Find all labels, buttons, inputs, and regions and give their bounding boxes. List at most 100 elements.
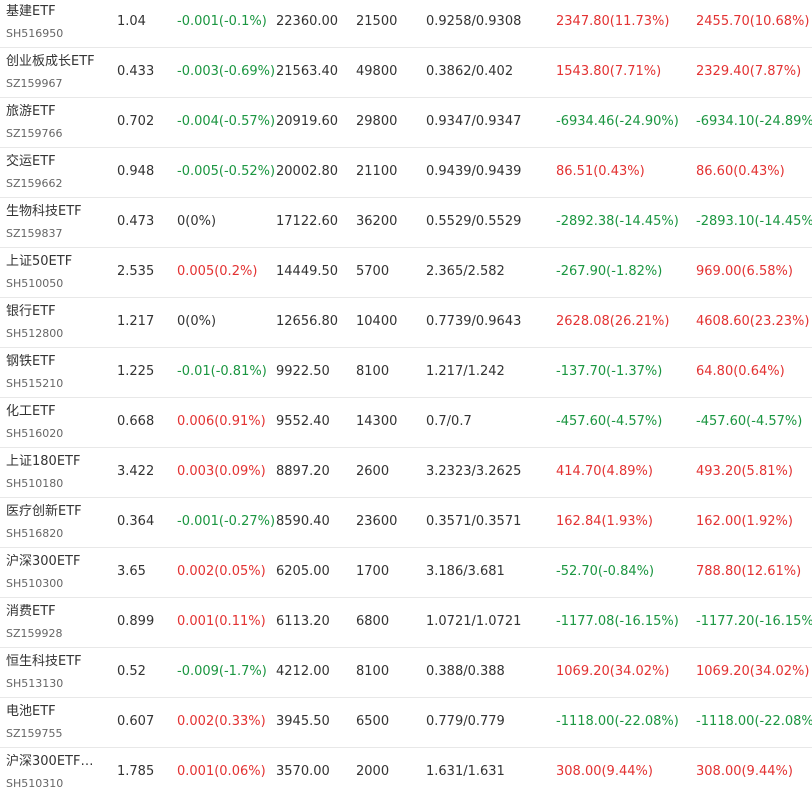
position-amount: 12656.80 <box>276 314 339 329</box>
table-row[interactable]: 创业板成长ETF SZ159967 0.433 -0.003(-0.69%) 21563… <box>0 48 812 98</box>
cost-range: 1.0721/1.0721 <box>426 614 522 629</box>
profit-loss: -137.70(-1.37%) <box>556 364 663 379</box>
table-row[interactable]: 银行ETF SH512800 1.217 0(0%) 12656.80 10400 0.77… <box>0 298 812 348</box>
position-amount: 9552.40 <box>276 414 330 429</box>
profit-loss: -267.90(-1.82%) <box>556 264 663 279</box>
table-row[interactable]: 上证50ETF SH510050 2.535 0.005(0.2%) 14449.50 5… <box>0 248 812 298</box>
table-row[interactable]: 旅游ETF SZ159766 0.702 -0.004(-0.57%) 20919.60… <box>0 98 812 148</box>
cost-range: 0.779/0.779 <box>426 714 505 729</box>
etf-code: SH510300 <box>6 577 64 590</box>
latest-price: 0.52 <box>117 664 146 679</box>
profit-loss: -2892.38(-14.45%) <box>556 214 679 229</box>
position-amount: 22360.00 <box>276 14 339 29</box>
etf-name: 钢铁ETF <box>6 354 56 369</box>
table-row[interactable]: 钢铁ETF SH515210 1.225 -0.01(-0.81%) 9922.50 81… <box>0 348 812 398</box>
etf-code: SH516950 <box>6 27 64 40</box>
cumulative-profit-loss: -1118.00(-22.08%) <box>696 714 812 729</box>
cumulative-profit-loss: 86.60(0.43%) <box>696 164 785 179</box>
cumulative-profit-loss: 162.00(1.92%) <box>696 514 793 529</box>
cost-range: 0.3571/0.3571 <box>426 514 522 529</box>
table-row[interactable]: 交运ETF SZ159662 0.948 -0.005(-0.52%) 20002.80… <box>0 148 812 198</box>
position-amount: 4212.00 <box>276 664 330 679</box>
profit-loss: 2628.08(26.21%) <box>556 314 670 329</box>
table-row[interactable]: 医疗创新ETF SH516820 0.364 -0.001(-0.27%) 8590.4… <box>0 498 812 548</box>
latest-price: 0.607 <box>117 714 155 729</box>
table-row[interactable]: 消费ETF SZ159928 0.899 0.001(0.11%) 6113.20 680… <box>0 598 812 648</box>
latest-price: 0.473 <box>117 214 155 229</box>
etf-code: SZ159662 <box>6 177 63 190</box>
table-row[interactable]: 生物科技ETF SZ159837 0.473 0(0%) 17122.60 36200 0.… <box>0 198 812 248</box>
holding-volume: 21100 <box>356 164 398 179</box>
latest-price: 1.217 <box>117 314 155 329</box>
table-row[interactable]: 沪深300ETF SH510300 3.65 0.002(0.05%) 6205.00 1… <box>0 548 812 598</box>
cost-range: 0.9347/0.9347 <box>426 114 522 129</box>
etf-code: SH510180 <box>6 477 64 490</box>
holding-volume: 2000 <box>356 764 390 779</box>
profit-loss: -6934.46(-24.90%) <box>556 114 679 129</box>
holding-volume: 8100 <box>356 664 390 679</box>
cumulative-profit-loss: -457.60(-4.57%) <box>696 414 803 429</box>
profit-loss: -1118.00(-22.08%) <box>556 714 679 729</box>
etf-code: SH510050 <box>6 277 64 290</box>
position-amount: 8590.40 <box>276 514 330 529</box>
etf-name: 创业板成长ETF <box>6 54 95 69</box>
latest-price: 3.65 <box>117 564 146 579</box>
position-amount: 14449.50 <box>276 264 339 279</box>
etf-code: SH510310 <box>6 777 64 790</box>
holding-volume: 1700 <box>356 564 390 579</box>
holding-volume: 6500 <box>356 714 390 729</box>
latest-price: 1.04 <box>117 14 146 29</box>
table-row[interactable]: 沪深300ETF… SH510310 1.785 0.001(0.06%) 3570.0… <box>0 748 812 797</box>
position-amount: 8897.20 <box>276 464 330 479</box>
etf-name: 沪深300ETF <box>6 554 81 569</box>
profit-loss: -457.60(-4.57%) <box>556 414 663 429</box>
latest-price: 0.948 <box>117 164 155 179</box>
cost-range: 0.9258/0.9308 <box>426 14 522 29</box>
profit-loss: 1543.80(7.71%) <box>556 64 662 79</box>
position-amount: 20002.80 <box>276 164 339 179</box>
holding-volume: 2600 <box>356 464 390 479</box>
cost-range: 3.186/3.681 <box>426 564 505 579</box>
position-amount: 21563.40 <box>276 64 339 79</box>
profit-loss: 162.84(1.93%) <box>556 514 653 529</box>
cumulative-profit-loss: 493.20(5.81%) <box>696 464 793 479</box>
cost-range: 3.2323/3.2625 <box>426 464 522 479</box>
holding-volume: 10400 <box>356 314 398 329</box>
cost-range: 0.388/0.388 <box>426 664 505 679</box>
table-row[interactable]: 基建ETF SH516950 1.04 -0.001(-0.1%) 22360.00 21… <box>0 0 812 48</box>
etf-code: SZ159837 <box>6 227 63 240</box>
latest-price: 2.535 <box>117 264 155 279</box>
position-amount: 3570.00 <box>276 764 330 779</box>
cumulative-profit-loss: -2893.10(-14.45%) <box>696 214 812 229</box>
etf-name: 电池ETF <box>6 704 56 719</box>
cumulative-profit-loss: 969.00(6.58%) <box>696 264 793 279</box>
etf-name: 医疗创新ETF <box>6 504 82 519</box>
holding-volume: 8100 <box>356 364 390 379</box>
holding-volume: 29800 <box>356 114 398 129</box>
latest-price: 1.785 <box>117 764 155 779</box>
price-change: 0.006(0.91%) <box>177 414 266 429</box>
table-row[interactable]: 电池ETF SZ159755 0.607 0.002(0.33%) 3945.50 650… <box>0 698 812 748</box>
position-amount: 3945.50 <box>276 714 330 729</box>
price-change: -0.005(-0.52%) <box>177 164 276 179</box>
cumulative-profit-loss: 64.80(0.64%) <box>696 364 785 379</box>
etf-holdings-table: 基建ETF SH516950 1.04 -0.001(-0.1%) 22360.00 21… <box>0 0 812 797</box>
etf-name: 上证50ETF <box>6 254 73 269</box>
position-amount: 9922.50 <box>276 364 330 379</box>
table-row[interactable]: 恒生科技ETF SH513130 0.52 -0.009(-1.7%) 4212.00 8… <box>0 648 812 698</box>
position-amount: 17122.60 <box>276 214 339 229</box>
profit-loss: 1069.20(34.02%) <box>556 664 670 679</box>
cumulative-profit-loss: 1069.20(34.02%) <box>696 664 810 679</box>
etf-name: 恒生科技ETF <box>6 654 82 669</box>
latest-price: 0.668 <box>117 414 155 429</box>
etf-code: SH515210 <box>6 377 64 390</box>
profit-loss: -1177.08(-16.15%) <box>556 614 679 629</box>
price-change: -0.001(-0.1%) <box>177 14 267 29</box>
latest-price: 0.433 <box>117 64 155 79</box>
latest-price: 0.899 <box>117 614 155 629</box>
table-row[interactable]: 上证180ETF SH510180 3.422 0.003(0.09%) 8897.20… <box>0 448 812 498</box>
price-change: -0.009(-1.7%) <box>177 664 267 679</box>
table-row[interactable]: 化工ETF SH516020 0.668 0.006(0.91%) 9552.40 143… <box>0 398 812 448</box>
holding-volume: 6800 <box>356 614 390 629</box>
cumulative-profit-loss: 4608.60(23.23%) <box>696 314 810 329</box>
